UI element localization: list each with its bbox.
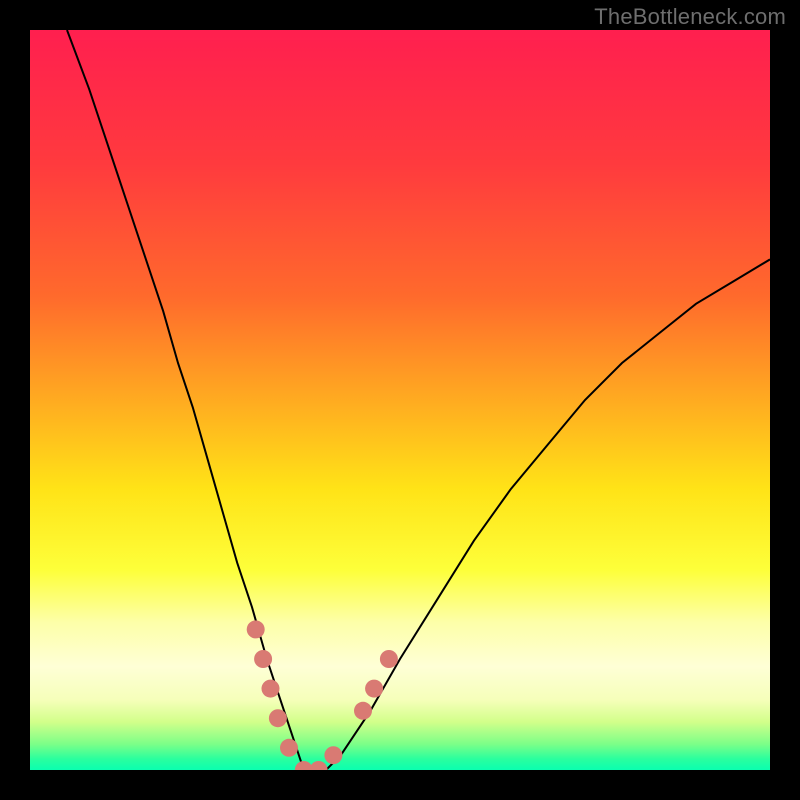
- threshold-marker: [269, 709, 287, 727]
- bottleneck-chart: [30, 30, 770, 770]
- threshold-marker: [380, 650, 398, 668]
- threshold-marker: [354, 702, 372, 720]
- threshold-marker: [262, 680, 280, 698]
- plot-area: [30, 30, 770, 770]
- chart-frame: TheBottleneck.com: [0, 0, 800, 800]
- attribution-text: TheBottleneck.com: [594, 4, 786, 30]
- threshold-marker: [365, 680, 383, 698]
- threshold-marker: [324, 746, 342, 764]
- threshold-marker: [280, 739, 298, 757]
- threshold-marker: [254, 650, 272, 668]
- threshold-marker: [247, 620, 265, 638]
